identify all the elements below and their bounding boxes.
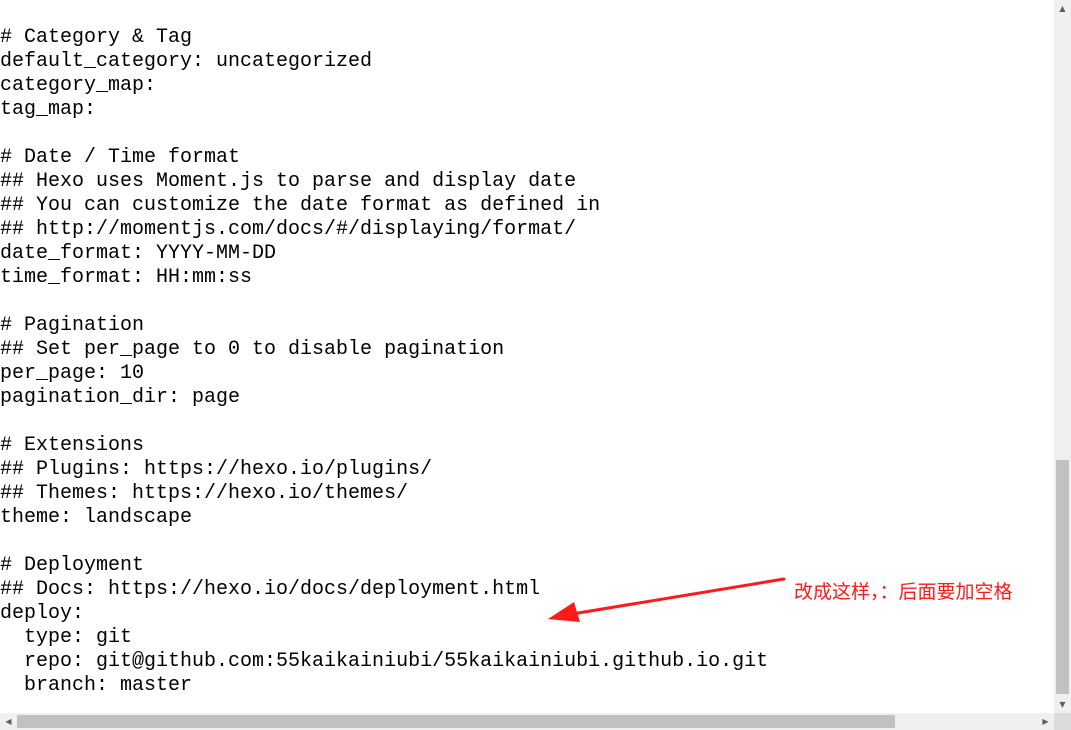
code-line: ## Hexo uses Moment.js to parse and disp… [0, 170, 577, 193]
code-editor[interactable]: # Category & Tag default_category: uncat… [0, 0, 1054, 713]
code-lines: # Category & Tag default_category: uncat… [0, 26, 768, 698]
code-line: type: git [0, 626, 133, 649]
code-line: ## Plugins: https://hexo.io/plugins/ [0, 458, 433, 481]
code-line: pagination_dir: page [0, 386, 241, 409]
code-line: branch: master [0, 674, 193, 697]
code-line: ## http://momentjs.com/docs/#/displaying… [0, 218, 577, 241]
code-line: # Date / Time format [0, 146, 241, 169]
code-line: repo: git@github.com:55kaikainiubi/55kai… [0, 650, 769, 673]
vertical-scrollbar[interactable]: ▲ ▼ [1054, 0, 1071, 713]
code-line: default_category: uncategorized [0, 50, 373, 73]
code-line: tag_map: [0, 98, 97, 121]
code-line: category_map: [0, 74, 157, 97]
scroll-right-arrow-icon[interactable]: ▶ [1037, 713, 1054, 730]
code-line: ## You can customize the date format as … [0, 194, 601, 217]
code-line: ## Set per_page to 0 to disable paginati… [0, 338, 505, 361]
code-line: # Pagination [0, 314, 145, 337]
horizontal-scrollbar[interactable]: ◀ ▶ [0, 713, 1054, 730]
code-line: deploy: [0, 602, 85, 625]
code-line: # Category & Tag [0, 26, 193, 49]
annotation-note-text: 改成这样，：后面要加空格 [794, 581, 1013, 603]
scrollbar-corner [1054, 713, 1071, 730]
code-line: time_format: HH:mm:ss [0, 266, 253, 289]
code-line: ## Docs: https://hexo.io/docs/deployment… [0, 578, 541, 601]
code-line: ## Themes: https://hexo.io/themes/ [0, 482, 409, 505]
scroll-left-arrow-icon[interactable]: ◀ [0, 713, 17, 730]
code-line: # Extensions [0, 434, 145, 457]
annotation-note: 改成这样，：后面要加空格 [794, 578, 1013, 606]
scroll-up-arrow-icon[interactable]: ▲ [1054, 0, 1071, 17]
horizontal-scrollbar-thumb[interactable] [17, 715, 895, 728]
code-line: date_format: YYYY-MM-DD [0, 242, 277, 265]
text-viewer-window: # Category & Tag default_category: uncat… [0, 0, 1071, 730]
vertical-scrollbar-thumb[interactable] [1056, 460, 1069, 694]
code-line: per_page: 10 [0, 362, 145, 385]
scroll-down-arrow-icon[interactable]: ▼ [1054, 696, 1071, 713]
code-line: # Deployment [0, 554, 145, 577]
code-line: theme: landscape [0, 506, 193, 529]
